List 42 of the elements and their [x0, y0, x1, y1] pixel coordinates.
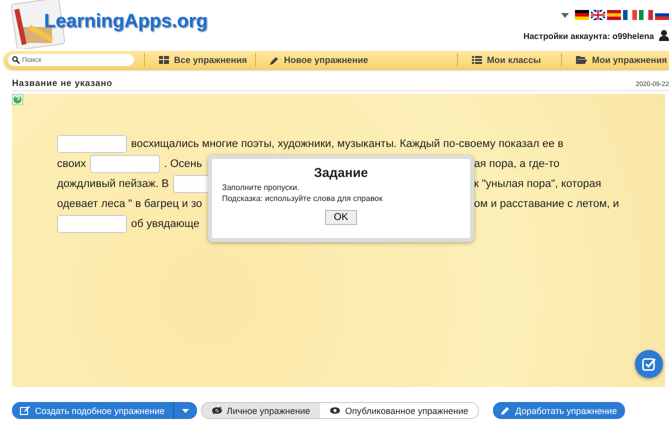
dialog-text: Заполните пропуски.: [222, 182, 300, 193]
site-logo[interactable]: LearningApps.org: [44, 11, 208, 33]
eye-icon: [212, 407, 222, 414]
flag-icon[interactable]: [591, 10, 605, 20]
help-icon[interactable]: [12, 94, 23, 105]
text-line: дождливый пейзаж. В: [57, 178, 169, 190]
nav-link[interactable]: Мои упражнения: [560, 53, 669, 67]
text-line: своих: [57, 158, 86, 170]
flag-icon[interactable]: [623, 10, 637, 20]
dialog-title: Задание: [313, 165, 369, 180]
ok-button[interactable]: OK: [324, 210, 358, 225]
search-icon: [12, 56, 20, 64]
dialog-text: Подсказка: используйте слова для справок: [222, 193, 384, 204]
account-settings-link[interactable]: Настройки аккаунта: o99helena: [523, 30, 654, 40]
nav-link[interactable]: Новое упражнение: [255, 53, 376, 67]
user-icon[interactable]: [659, 30, 669, 41]
visibility-toggle[interactable]: Личное упражнение: [202, 403, 320, 418]
pencil-icon: [270, 56, 279, 64]
create-similar-button[interactable]: Создать подобное упражнение: [12, 402, 173, 419]
caret-icon: [182, 408, 189, 412]
improve-button[interactable]: Доработать упражнение: [493, 402, 625, 419]
text-line: ая пора, а где-то: [474, 158, 560, 170]
nav-link[interactable]: Все упражнения: [144, 53, 255, 67]
checkbox-icon: [642, 357, 656, 371]
nav-link[interactable]: Мои классы: [456, 53, 561, 67]
text-line: ом и расставание с летом, и: [474, 198, 620, 210]
dropdown-button[interactable]: [172, 402, 197, 419]
flag-icon[interactable]: [575, 10, 589, 20]
list-icon: [472, 56, 482, 64]
text-line: восхищались многие поэты, художники, музыканты. Каждый по-своему показал ее в: [131, 138, 564, 150]
text-line: . Осень: [164, 158, 202, 170]
grid-icon: [159, 56, 169, 64]
text-line: одевает леса " в багрец и зо: [57, 198, 202, 210]
exercise-title: Название не указано: [12, 78, 112, 88]
text-line: об увядающе: [131, 218, 200, 230]
eye-icon: [330, 407, 340, 414]
edit-icon: [20, 406, 30, 415]
check-button[interactable]: [635, 350, 663, 378]
text-line: к "унылая пора", которая: [474, 178, 602, 190]
folder-icon: [576, 56, 587, 64]
pencil-icon: [501, 406, 510, 415]
caret-icon[interactable]: [561, 12, 569, 18]
